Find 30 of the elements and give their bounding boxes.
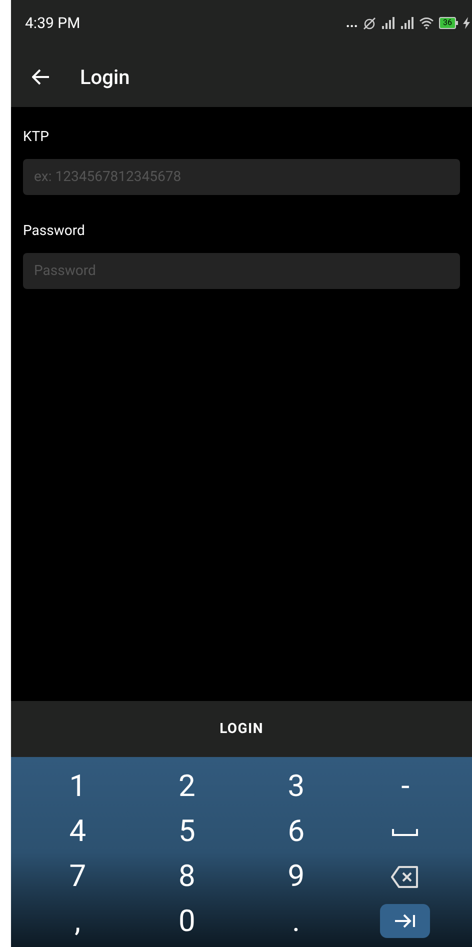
keyboard-key[interactable]: . bbox=[242, 899, 351, 944]
alarm-off-icon bbox=[363, 16, 376, 30]
keyboard-key[interactable]: - bbox=[350, 764, 460, 809]
keyboard-key[interactable]: 8 bbox=[132, 854, 242, 899]
keyboard-key[interactable]: 0 bbox=[132, 899, 242, 944]
charging-icon bbox=[463, 17, 470, 29]
notification-dots: ... bbox=[346, 16, 358, 30]
back-arrow-icon[interactable] bbox=[32, 68, 50, 84]
keyboard-key[interactable]: 6 bbox=[242, 809, 351, 854]
tab-key[interactable] bbox=[380, 904, 430, 938]
field-label: KTP bbox=[23, 128, 50, 147]
keyboard-key[interactable]: , bbox=[23, 899, 132, 944]
field-label: Password bbox=[23, 222, 86, 241]
keyboard-key[interactable]: 9 bbox=[242, 854, 351, 899]
keyboard-key[interactable]: 7 bbox=[23, 854, 132, 899]
signal-icon bbox=[381, 17, 395, 29]
keyboard-key[interactable]: 5 bbox=[132, 809, 242, 854]
screen-title: Login bbox=[80, 64, 130, 90]
status-time: 4:39 PM bbox=[25, 12, 80, 34]
wifi-icon bbox=[419, 17, 434, 29]
signal-icon bbox=[400, 17, 414, 29]
keyboard-key[interactable]: 1 bbox=[23, 764, 132, 809]
keyboard-key[interactable]: 4 bbox=[23, 809, 132, 854]
keyboard-key[interactable]: 3 bbox=[242, 764, 351, 809]
login-button[interactable]: LOGIN bbox=[11, 701, 472, 757]
backspace-icon bbox=[391, 864, 420, 888]
tab-arrow-icon bbox=[394, 914, 416, 928]
space-key-icon bbox=[392, 828, 418, 836]
battery-icon: 36 bbox=[439, 17, 458, 29]
keyboard-key[interactable]: 2 bbox=[132, 764, 242, 809]
